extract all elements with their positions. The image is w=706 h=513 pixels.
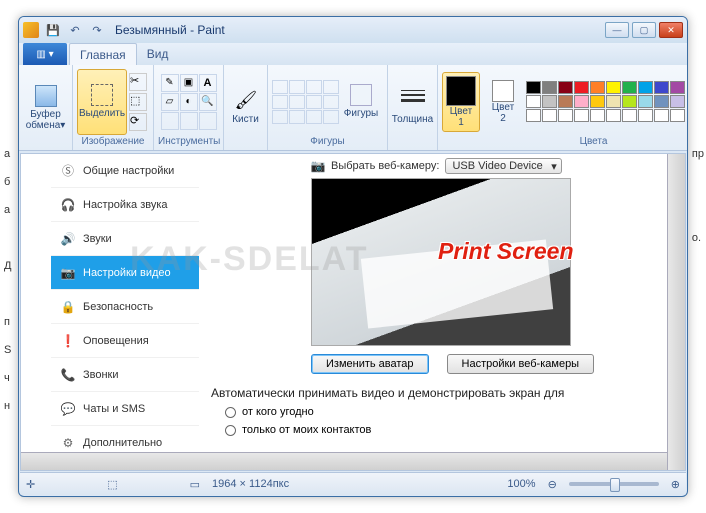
camera-icon: 📷	[61, 266, 75, 280]
sidebar-item-chats[interactable]: 💬Чаты и SMS	[51, 392, 199, 426]
undo-icon[interactable]: ↶	[65, 21, 85, 39]
file-menu[interactable]: ▥ ▾	[23, 43, 67, 65]
sidebar-item-security[interactable]: 🔒Безопасность	[51, 290, 199, 324]
paint-window: 💾 ↶ ↷ Безымянный - Paint — ▢ ✕ ▥ ▾ Главн…	[18, 16, 688, 497]
selection-icon: ⬚	[107, 478, 117, 491]
canvas-dimensions: 1964 × 1124пкс	[212, 478, 289, 490]
headphones-icon: 🎧	[61, 198, 75, 212]
statusbar: ✛ ⬚ ▭ 1964 × 1124пкс 100% ⊖ ⊕	[20, 472, 686, 495]
canvas[interactable]: ⓈОбщие настройки 🎧Настройка звука 🔊Звуки…	[21, 154, 668, 470]
clipboard-button[interactable]: Буфер обмена▾	[21, 75, 71, 141]
canvas-area: ⓈОбщие настройки 🎧Настройка звука 🔊Звуки…	[20, 153, 686, 471]
color1-button[interactable]: Цвет 1	[442, 72, 480, 132]
skype-settings-screenshot: ⓈОбщие настройки 🎧Настройка звука 🔊Звуки…	[51, 154, 668, 453]
eraser-icon: ▱	[161, 93, 179, 111]
sidebar-item-audio[interactable]: 🎧Настройка звука	[51, 188, 199, 222]
pencil-icon: ✎	[161, 74, 179, 92]
phone-icon: 📞	[61, 368, 75, 382]
gear-icon: ⚙	[61, 436, 75, 450]
sidebar-item-advanced[interactable]: ⚙Дополнительно	[51, 426, 199, 460]
auto-accept-label: Автоматически принимать видео и демонстр…	[211, 386, 656, 400]
zoom-icon: 🔍	[199, 93, 217, 111]
lock-icon: 🔒	[61, 300, 75, 314]
radio-contacts[interactable]: только от моих контактов	[225, 424, 656, 436]
sidebar-item-calls[interactable]: 📞Звонки	[51, 358, 199, 392]
radio-anyone[interactable]: от кого угодно	[225, 406, 656, 418]
group-label-colors: Цвета	[442, 136, 688, 148]
save-icon[interactable]: 💾	[43, 21, 63, 39]
skype-sidebar: ⓈОбщие настройки 🎧Настройка звука 🔊Звуки…	[51, 154, 199, 453]
close-button[interactable]: ✕	[659, 22, 683, 38]
minimize-button[interactable]: —	[605, 22, 629, 38]
rotate-icon[interactable]: ⟳	[129, 113, 147, 131]
cropped-text-right: пр о.	[692, 140, 704, 252]
app-icon	[23, 22, 39, 38]
color2-button[interactable]: Цвет 2	[484, 72, 522, 132]
canvas-size-icon: ▭	[190, 478, 200, 491]
crop-icon[interactable]: ✂	[129, 73, 147, 91]
maximize-button[interactable]: ▢	[632, 22, 656, 38]
webcam-settings-button[interactable]: Настройки веб-камеры	[447, 354, 595, 374]
group-label-tools: Инструменты	[158, 136, 219, 148]
color-palette[interactable]	[526, 81, 685, 122]
titlebar: 💾 ↶ ↷ Безымянный - Paint — ▢ ✕	[19, 17, 687, 43]
zoom-level: 100%	[507, 478, 535, 490]
skype-main: 📷 Выбрать веб-камеру: USB Video Device▾ …	[199, 154, 668, 453]
select-button[interactable]: Выделить	[77, 69, 127, 135]
group-label-shapes: Фигуры	[272, 136, 383, 148]
cropped-text-left: а б а Д п S ч н	[4, 140, 11, 420]
shapes-gallery[interactable]	[272, 80, 339, 124]
speaker-icon: 🔊	[61, 232, 75, 246]
webcam-preview	[311, 178, 571, 346]
sidebar-item-alerts[interactable]: ❗Оповещения	[51, 324, 199, 358]
webcam-select[interactable]: USB Video Device▾	[445, 158, 561, 174]
webcam-label: Выбрать веб-камеру:	[331, 160, 439, 172]
chat-icon: 💬	[61, 402, 75, 416]
fill-icon: ▣	[180, 74, 198, 92]
zoom-out-button[interactable]: ⊖	[548, 478, 557, 491]
group-label-image: Изображение	[77, 136, 149, 148]
quick-access-toolbar: 💾 ↶ ↷	[43, 21, 107, 39]
alert-icon: ❗	[61, 334, 75, 348]
change-avatar-button[interactable]: Изменить аватар	[311, 354, 429, 374]
zoom-in-button[interactable]: ⊕	[671, 478, 680, 491]
camera-small-icon: 📷	[311, 159, 325, 173]
tab-view[interactable]: Вид	[137, 43, 179, 65]
redo-icon[interactable]: ↷	[87, 21, 107, 39]
skype-icon: Ⓢ	[61, 164, 75, 178]
text-icon: A	[199, 74, 217, 92]
shapes-dropdown[interactable]: Фигуры	[339, 69, 383, 135]
cursor-pos-icon: ✛	[26, 478, 35, 491]
ribbon: Буфер обмена▾ Выделить ✂ ⬚ ⟳ Изображение…	[19, 65, 687, 151]
sidebar-item-general[interactable]: ⓈОбщие настройки	[51, 154, 199, 188]
brushes-button[interactable]: 🖌Кисти	[221, 75, 271, 141]
window-title: Безымянный - Paint	[115, 23, 225, 37]
zoom-slider[interactable]	[569, 482, 659, 486]
tools-grid[interactable]: ✎▣A ▱◐🔍	[161, 74, 217, 130]
picker-icon: ◐	[180, 93, 198, 111]
tab-main[interactable]: Главная	[69, 43, 137, 65]
thickness-button[interactable]: Толщина	[388, 75, 438, 141]
resize-icon[interactable]: ⬚	[129, 93, 147, 111]
sidebar-item-video[interactable]: 📷Настройки видео	[51, 256, 199, 290]
menubar: ▥ ▾ Главная Вид	[19, 43, 687, 65]
sidebar-item-sounds[interactable]: 🔊Звуки	[51, 222, 199, 256]
